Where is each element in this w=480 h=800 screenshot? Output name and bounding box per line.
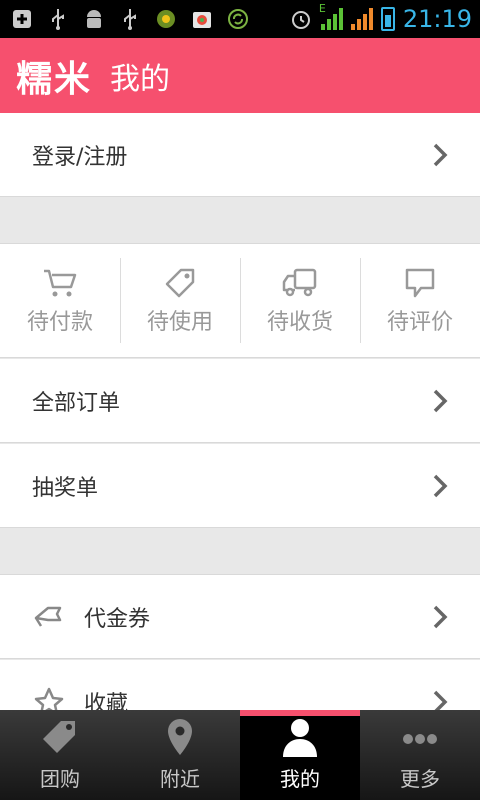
tab-mine-label: 我的 bbox=[280, 767, 320, 791]
order-status-bar: 待付款 待使用 待收货 待评价 bbox=[0, 244, 480, 358]
page-title: 我的 bbox=[110, 61, 171, 97]
chevron-right-icon bbox=[430, 388, 450, 414]
all-orders-row[interactable]: 全部订单 bbox=[0, 359, 480, 443]
voucher-label: 代金券 bbox=[84, 606, 151, 632]
pending-review-button[interactable]: 待评价 bbox=[360, 244, 480, 357]
chevron-right-icon bbox=[430, 142, 450, 168]
usb-icon bbox=[46, 7, 70, 31]
app-logo: 糯米 bbox=[16, 58, 93, 100]
sync-icon bbox=[226, 7, 250, 31]
tab-group-buy-label: 团购 bbox=[40, 767, 80, 791]
tag-icon bbox=[165, 268, 195, 297]
android-debug-icon bbox=[82, 7, 106, 31]
app-notification-icon bbox=[154, 7, 178, 31]
app-header: 糯米 我的 bbox=[0, 38, 480, 113]
tag-icon bbox=[43, 721, 75, 753]
battery-icon bbox=[380, 7, 395, 31]
voucher-row[interactable]: 代金券 bbox=[0, 575, 480, 659]
more-dots-icon bbox=[403, 734, 437, 744]
tab-nearby-label: 附近 bbox=[160, 767, 200, 791]
voucher-icon bbox=[34, 606, 62, 627]
pending-review-label: 待评价 bbox=[386, 309, 453, 335]
pending-delivery-button[interactable]: 待收货 bbox=[240, 244, 360, 357]
chevron-right-icon bbox=[430, 604, 450, 630]
usb-icon-2 bbox=[118, 7, 142, 31]
location-pin-icon bbox=[168, 719, 192, 755]
pending-payment-label: 待付款 bbox=[26, 309, 93, 335]
login-register-row[interactable]: 登录/注册 bbox=[0, 113, 480, 197]
cart-icon bbox=[44, 269, 77, 296]
bottom-tab-bar: 团购 附近 我的 更多 bbox=[0, 710, 480, 800]
tab-more[interactable]: 更多 bbox=[360, 710, 480, 800]
pending-use-label: 待使用 bbox=[146, 309, 213, 335]
signal-strength-icon: E bbox=[319, 2, 343, 30]
comment-icon bbox=[405, 268, 435, 297]
store-notification-icon bbox=[190, 7, 214, 31]
signal-strength-2-icon bbox=[350, 8, 373, 30]
clock-time: 21:19 bbox=[402, 5, 472, 33]
add-notification-icon bbox=[10, 7, 34, 31]
status-bar: E 21:19 bbox=[0, 0, 480, 38]
tab-nearby[interactable]: 附近 bbox=[120, 710, 240, 800]
person-icon bbox=[283, 719, 317, 757]
lottery-row[interactable]: 抽奖单 bbox=[0, 444, 480, 528]
pending-delivery-label: 待收货 bbox=[266, 309, 333, 335]
pending-payment-button[interactable]: 待付款 bbox=[0, 244, 120, 357]
section-spacer bbox=[0, 198, 480, 244]
tab-more-label: 更多 bbox=[400, 767, 440, 791]
pending-use-button[interactable]: 待使用 bbox=[120, 244, 240, 357]
alarm-icon bbox=[289, 7, 313, 31]
network-type-label: E bbox=[318, 2, 326, 15]
section-spacer bbox=[0, 529, 480, 575]
chevron-right-icon bbox=[430, 473, 450, 499]
all-orders-label: 全部订单 bbox=[32, 390, 121, 416]
tab-mine[interactable]: 我的 bbox=[240, 710, 360, 800]
login-register-label: 登录/注册 bbox=[32, 144, 128, 170]
truck-icon bbox=[282, 268, 317, 296]
tab-group-buy[interactable]: 团购 bbox=[0, 710, 120, 800]
lottery-label: 抽奖单 bbox=[32, 475, 99, 501]
